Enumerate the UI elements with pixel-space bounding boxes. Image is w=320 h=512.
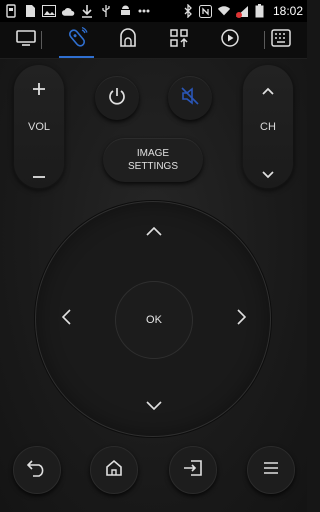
- home-icon: [105, 459, 123, 482]
- channel-label: CH: [260, 121, 276, 133]
- home-button[interactable]: [90, 446, 138, 494]
- dpad-right-button[interactable]: [226, 304, 256, 334]
- back-icon: [26, 459, 47, 482]
- ok-button[interactable]: OK: [115, 281, 193, 359]
- usb-icon: [99, 4, 113, 18]
- android-icon: [118, 4, 132, 18]
- image-settings-button[interactable]: IMAGE SETTINGS: [103, 138, 203, 182]
- cloud-icon: [61, 4, 75, 18]
- clock: 18:02: [272, 4, 303, 18]
- wifi-icon: [217, 4, 231, 18]
- channel-control: CH: [243, 65, 293, 188]
- menu-icon: [263, 461, 279, 480]
- signal-icon: [235, 4, 249, 18]
- dpad-down-button[interactable]: [139, 391, 169, 421]
- volume-control: VOL: [14, 65, 64, 188]
- power-button[interactable]: [95, 76, 139, 120]
- bluetooth-icon: [181, 4, 195, 18]
- cast-icon: [118, 27, 138, 53]
- mute-icon: [180, 86, 200, 111]
- input-source-button[interactable]: [169, 446, 217, 494]
- ok-label: OK: [146, 314, 162, 326]
- input-source-icon: [183, 459, 203, 482]
- image-icon: [42, 4, 56, 18]
- remote-icon: [66, 26, 88, 54]
- tab-keyboard[interactable]: [256, 22, 307, 58]
- back-button[interactable]: [13, 446, 61, 494]
- tab-apps[interactable]: [154, 22, 205, 58]
- tab-bar: [0, 22, 307, 59]
- chevron-down-icon: [146, 397, 162, 415]
- apps-icon: [169, 28, 189, 53]
- tab-separator: [41, 31, 42, 49]
- remote-panel: VOL CH IMAGE SETTINGS OK: [0, 59, 307, 512]
- play-icon: [220, 28, 240, 53]
- status-bar: 18:02: [0, 0, 307, 22]
- volume-label: VOL: [27, 121, 50, 133]
- channel-up-button[interactable]: [243, 73, 293, 109]
- minus-icon: [32, 166, 46, 184]
- tab-cast[interactable]: [102, 22, 153, 58]
- nfc-icon: [199, 4, 213, 18]
- sd-card-icon: [23, 4, 37, 18]
- tab-play[interactable]: [205, 22, 256, 58]
- dpad: OK: [35, 201, 271, 437]
- tab-remote[interactable]: [51, 22, 102, 58]
- chevron-right-icon: [236, 308, 246, 330]
- more-icon: [137, 4, 151, 18]
- channel-down-button[interactable]: [243, 157, 293, 193]
- menu-button[interactable]: [247, 446, 295, 494]
- chevron-up-icon: [146, 223, 162, 241]
- download-icon: [80, 4, 94, 18]
- chevron-down-icon: [262, 166, 274, 184]
- flashlight-icon: [4, 4, 18, 18]
- tab-tv[interactable]: [0, 22, 51, 58]
- volume-down-button[interactable]: [14, 157, 64, 193]
- image-settings-label-line2: SETTINGS: [127, 161, 178, 172]
- chevron-up-icon: [262, 82, 274, 100]
- tv-icon: [15, 29, 36, 51]
- chevron-left-icon: [61, 308, 71, 330]
- dpad-up-button[interactable]: [139, 217, 169, 247]
- plus-icon: [32, 82, 46, 101]
- mute-button[interactable]: [168, 76, 212, 120]
- keyboard-icon: [271, 28, 292, 52]
- battery-icon: [253, 4, 267, 18]
- volume-up-button[interactable]: [14, 73, 64, 109]
- image-settings-label-line1: IMAGE: [136, 148, 170, 159]
- power-icon: [107, 86, 127, 111]
- dpad-left-button[interactable]: [51, 304, 81, 334]
